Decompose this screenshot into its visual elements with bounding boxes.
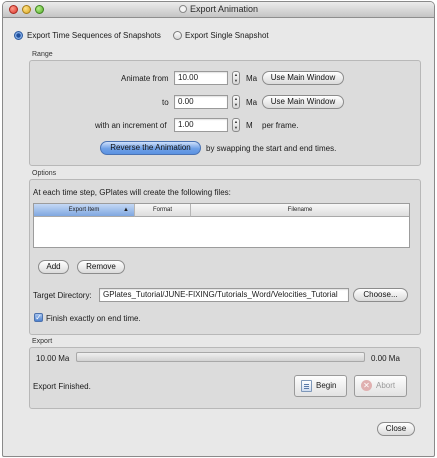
animate-from-label: Animate from [121, 74, 169, 83]
per-frame-label: per frame. [262, 121, 299, 130]
title-bar: Export Animation [3, 2, 434, 18]
to-stepper[interactable]: ▲ ▼ [232, 95, 240, 109]
single-snapshot-radio-label[interactable]: Export Single Snapshot [185, 31, 269, 40]
from-unit-label: Ma [246, 74, 258, 83]
filename-column-header[interactable]: Filename [191, 204, 409, 217]
abort-button-label: Abort [376, 381, 396, 390]
window-title: Export Animation [189, 4, 259, 14]
use-main-window-to-button[interactable]: Use Main Window [262, 95, 344, 109]
export-progress-bar [76, 352, 365, 362]
sequence-radio-label[interactable]: Export Time Sequences of Snapshots [27, 31, 161, 40]
reverse-animation-button[interactable]: Reverse the Animation [100, 141, 201, 155]
increment-label: with an increment of [95, 121, 167, 130]
document-icon [301, 380, 312, 392]
target-directory-field[interactable]: GPlates_Tutorial/JUNE-FIXING/Tutorials_W… [99, 288, 349, 302]
to-label: to [162, 98, 169, 107]
increment-stepper[interactable]: ▲ ▼ [232, 118, 240, 132]
to-unit-label: Ma [246, 98, 258, 107]
export-item-column-header[interactable]: Export Item ▲ [34, 204, 135, 217]
checkmark-icon: ✓ [35, 313, 42, 322]
begin-button-label: Begin [316, 381, 337, 390]
window-title-wrap: Export Animation [3, 4, 434, 14]
add-button[interactable]: Add [38, 260, 69, 274]
range-group-label: Range [32, 51, 53, 58]
export-start-time-label: 10.00 Ma [36, 354, 70, 363]
reverse-hint-label: by swapping the start and end times. [206, 144, 337, 153]
export-group-label: Export [32, 338, 53, 345]
stop-icon: ✕ [361, 380, 372, 391]
export-end-time-label: 0.00 Ma [371, 354, 400, 363]
finish-exactly-label[interactable]: Finish exactly on end time. [46, 314, 141, 323]
export-status-text: Export Finished. [33, 382, 91, 391]
close-button[interactable]: Close [377, 422, 415, 436]
export-animation-dialog: Export Animation Export Time Sequences o… [2, 1, 435, 457]
target-directory-label: Target Directory: [33, 291, 92, 300]
options-group-label: Options [32, 170, 57, 177]
use-main-window-from-button[interactable]: Use Main Window [262, 71, 344, 85]
abort-button[interactable]: ✕ Abort [354, 375, 407, 397]
increment-field[interactable]: 1.00 [174, 118, 228, 132]
remove-button[interactable]: Remove [77, 260, 125, 274]
options-description: At each time step, GPlates will create t… [33, 188, 231, 197]
export-item-column-label: Export Item [68, 207, 100, 213]
sort-ascending-icon: ▲ [123, 207, 129, 213]
animate-from-field[interactable]: 10.00 [174, 71, 228, 85]
export-items-table[interactable]: Export Item ▲ Format Filename [33, 203, 410, 248]
begin-button[interactable]: Begin [294, 375, 347, 397]
format-column-header[interactable]: Format [135, 204, 191, 217]
sequence-radio[interactable] [14, 31, 23, 40]
to-field[interactable]: 0.00 [174, 95, 228, 109]
choose-directory-button[interactable]: Choose... [353, 288, 408, 302]
increment-unit-label: M [246, 121, 253, 130]
single-snapshot-radio[interactable] [173, 31, 182, 40]
animate-from-stepper[interactable]: ▲ ▼ [232, 71, 240, 85]
finish-exactly-checkbox[interactable]: ✓ [34, 313, 43, 322]
animation-icon [178, 5, 187, 13]
